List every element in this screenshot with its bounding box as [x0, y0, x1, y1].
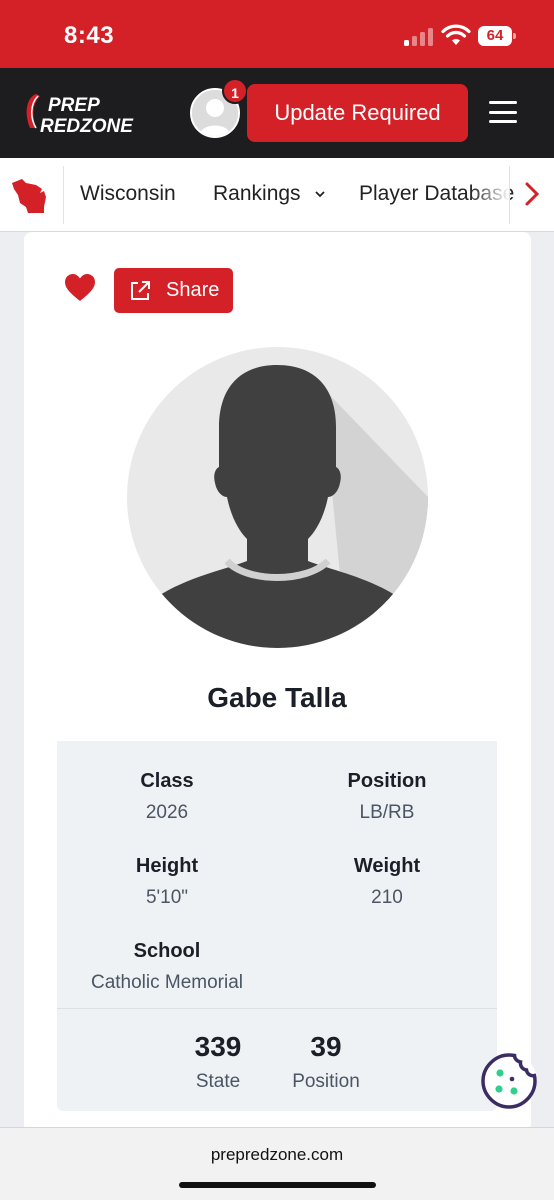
- height-label: Height: [135, 855, 199, 877]
- player-photo-placeholder: [127, 347, 428, 648]
- nav-divider: [509, 166, 510, 224]
- player-name: Gabe Talla: [207, 682, 347, 713]
- browser-address-bar[interactable]: prepredzone.com: [0, 1127, 554, 1200]
- state-rank-value: 339: [194, 1031, 242, 1062]
- svg-text:PREP: PREP: [48, 95, 100, 116]
- chevron-down-icon: [315, 191, 326, 198]
- position-label: Position: [347, 770, 427, 792]
- nav-item-rankings[interactable]: Rankings: [213, 182, 326, 206]
- battery-icon: 64: [478, 26, 516, 46]
- position-rank-label: Position: [292, 1071, 360, 1092]
- prep-redzone-logo[interactable]: PREP REDZONE: [22, 90, 150, 136]
- hamburger-menu-icon[interactable]: [489, 101, 517, 123]
- external-link-icon: [131, 281, 150, 300]
- state-rank-label: State: [195, 1071, 241, 1092]
- nav-divider: [63, 166, 64, 224]
- status-bar: 8:43 64: [0, 0, 554, 68]
- info-divider: [57, 1008, 497, 1009]
- share-button[interactable]: Share: [114, 268, 233, 313]
- height-value: 5'10": [145, 887, 189, 908]
- player-info-panel: Class 2026 Position LB/RB Height 5'10" W…: [57, 741, 497, 1111]
- class-label: Class: [140, 770, 194, 792]
- chevron-right-icon[interactable]: [523, 181, 541, 207]
- school-value: Catholic Memorial: [90, 972, 244, 993]
- favorite-heart-icon[interactable]: [65, 274, 95, 302]
- wifi-icon: [441, 24, 471, 45]
- position-value: LB/RB: [359, 802, 415, 823]
- weight-label: Weight: [353, 855, 421, 877]
- share-label: Share: [166, 279, 220, 301]
- school-label: School: [133, 940, 201, 962]
- svg-text:REDZONE: REDZONE: [40, 116, 134, 136]
- status-time: 8:43: [64, 22, 115, 49]
- weight-value: 210: [371, 887, 403, 908]
- class-value: 2026: [145, 802, 189, 823]
- nav-item-wisconsin[interactable]: Wisconsin: [80, 182, 176, 206]
- notification-badge: 1: [222, 78, 248, 104]
- cookie-settings-icon[interactable]: [479, 1051, 539, 1111]
- cellular-signal-icon: [404, 28, 434, 46]
- nav-item-rankings-label: Rankings: [213, 182, 301, 205]
- browser-url[interactable]: prepredzone.com: [0, 1145, 554, 1165]
- nav-fade: [470, 158, 510, 231]
- home-indicator[interactable]: [179, 1182, 376, 1188]
- secondary-nav: Wisconsin Rankings Player Database: [0, 158, 554, 232]
- wisconsin-state-icon[interactable]: [10, 177, 50, 215]
- position-rank-value: 39: [310, 1031, 342, 1062]
- update-required-button[interactable]: Update Required: [247, 84, 468, 142]
